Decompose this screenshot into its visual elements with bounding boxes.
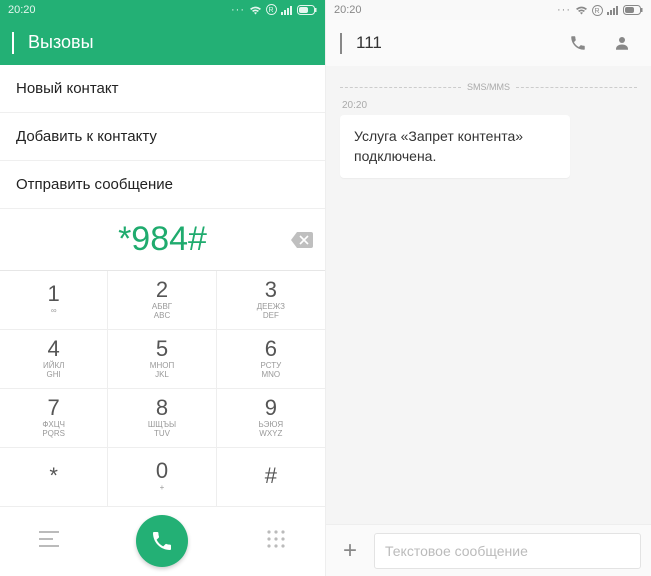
conversation-header: 111 bbox=[326, 20, 651, 66]
key-6[interactable]: 6РСТУMNO bbox=[217, 330, 325, 389]
plus-icon: + bbox=[343, 537, 357, 565]
key-2[interactable]: 2АБВГABC bbox=[108, 271, 216, 330]
contact-info-button[interactable] bbox=[607, 34, 637, 52]
key-4[interactable]: 4ИЙКЛGHI bbox=[0, 330, 108, 389]
divider-label: SMS/MMS bbox=[467, 82, 510, 92]
key-5[interactable]: 5МНОПJKL bbox=[108, 330, 216, 389]
call-contact-button[interactable] bbox=[563, 34, 593, 52]
message-list[interactable]: SMS/MMS 20:20 Услуга «Запрет контента» п… bbox=[326, 66, 651, 524]
sms-screen: 20:20 ··· R 111 SMS/MMS 20:20 Услуга «За… bbox=[326, 0, 651, 576]
keypad: 1∞ 2АБВГABC 3ДЕЕЖЗDEF 4ИЙКЛGHI 5МНОПJKL … bbox=[0, 271, 325, 507]
key-0[interactable]: 0+ bbox=[108, 448, 216, 507]
key-star[interactable]: * bbox=[0, 448, 108, 507]
r-icon: R bbox=[266, 4, 277, 15]
compose-bar: + bbox=[326, 524, 651, 576]
status-icons: ··· R bbox=[557, 4, 643, 16]
app-bar: Вызовы bbox=[0, 20, 325, 66]
back-button[interactable] bbox=[340, 33, 342, 53]
menu-icon bbox=[39, 531, 59, 547]
signal-icon bbox=[281, 5, 293, 15]
message-timestamp: 20:20 bbox=[340, 100, 637, 111]
dial-options: Новый контакт Добавить к контакту Отправ… bbox=[0, 65, 325, 209]
wifi-icon bbox=[575, 5, 588, 15]
dialer-screen: 20:20 ··· R Вызовы Новый контакт Добавит… bbox=[0, 0, 326, 576]
more-icon: ··· bbox=[557, 4, 571, 16]
chevron-left-icon bbox=[12, 32, 14, 54]
message-input[interactable] bbox=[374, 533, 641, 569]
key-9[interactable]: 9ЬЭЮЯWXYZ bbox=[217, 389, 325, 448]
key-1[interactable]: 1∞ bbox=[0, 271, 108, 330]
svg-text:R: R bbox=[594, 8, 600, 15]
wifi-icon bbox=[249, 5, 262, 15]
app-title: Вызовы bbox=[28, 32, 94, 53]
more-icon: ··· bbox=[231, 4, 245, 16]
person-icon bbox=[613, 34, 631, 52]
contact-name: 111 bbox=[356, 33, 382, 53]
status-time: 20:20 bbox=[334, 4, 362, 16]
dial-action-bar bbox=[0, 507, 325, 576]
attach-button[interactable]: + bbox=[336, 537, 364, 565]
option-add-to-contact[interactable]: Добавить к контакту bbox=[0, 113, 325, 161]
phone-icon bbox=[150, 529, 174, 553]
key-8[interactable]: 8ШЩЪЫTUV bbox=[108, 389, 216, 448]
key-3[interactable]: 3ДЕЕЖЗDEF bbox=[217, 271, 325, 330]
message-bubble[interactable]: Услуга «Запрет контента» подключена. bbox=[340, 115, 570, 178]
battery-icon bbox=[623, 5, 643, 15]
dialed-number: *984# bbox=[0, 220, 279, 259]
dialpad-icon bbox=[266, 529, 286, 549]
backspace-button[interactable] bbox=[279, 232, 325, 248]
signal-icon bbox=[607, 5, 619, 15]
status-time: 20:20 bbox=[8, 4, 36, 16]
option-send-message[interactable]: Отправить сообщение bbox=[0, 161, 325, 209]
chevron-left-icon bbox=[340, 33, 342, 54]
phone-icon bbox=[569, 34, 587, 52]
battery-icon bbox=[297, 5, 317, 15]
status-bar: 20:20 ··· R bbox=[326, 0, 651, 20]
key-7[interactable]: 7ФХЦЧPQRS bbox=[0, 389, 108, 448]
svg-text:R: R bbox=[268, 7, 274, 14]
backspace-icon bbox=[291, 232, 313, 248]
dialpad-toggle-button[interactable] bbox=[266, 529, 286, 554]
call-button[interactable] bbox=[136, 515, 188, 567]
status-bar: 20:20 ··· R bbox=[0, 0, 325, 20]
menu-button[interactable] bbox=[39, 531, 59, 552]
back-button[interactable] bbox=[12, 32, 14, 53]
key-hash[interactable]: # bbox=[217, 448, 325, 507]
sms-divider: SMS/MMS bbox=[340, 82, 637, 92]
r-icon: R bbox=[592, 5, 603, 16]
dial-display: *984# bbox=[0, 209, 325, 270]
option-new-contact[interactable]: Новый контакт bbox=[0, 65, 325, 113]
status-icons: ··· R bbox=[231, 4, 317, 16]
